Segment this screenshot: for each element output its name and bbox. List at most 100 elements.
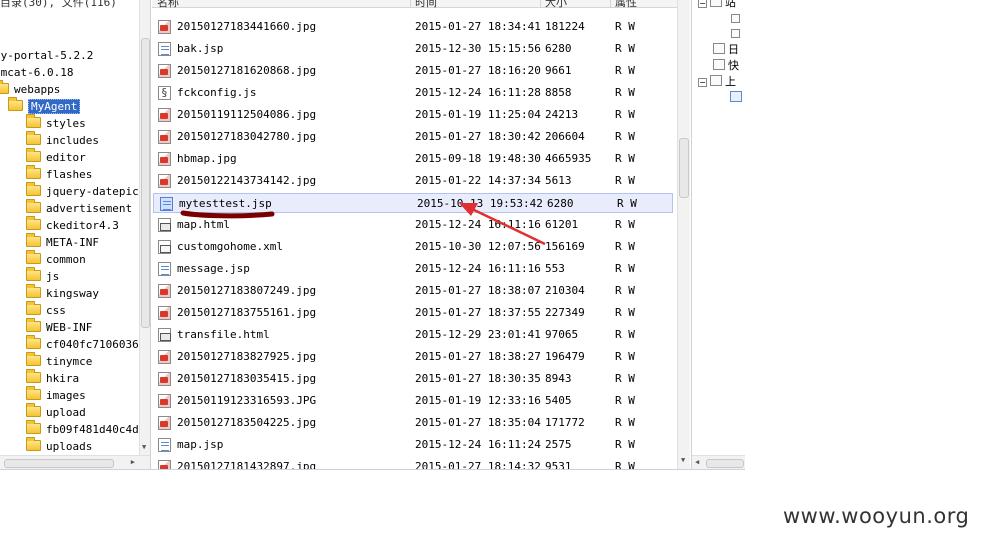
file-list-scroll-thumb[interactable]	[679, 138, 689, 198]
tree-item[interactable]: css	[26, 301, 66, 319]
file-row[interactable]: 20150127183755161.jpg 2015-01-27 18:37:55…	[152, 303, 672, 323]
right-tree-item[interactable]: 快	[713, 58, 739, 74]
right-pane-scroll-thumb[interactable]	[706, 459, 744, 468]
file-manager-window: 目录(30), 文件(116) ay-portal-5.2.2 omcat-6.0…	[0, 0, 745, 470]
tree-item[interactable]: META-INF	[26, 233, 99, 251]
file-name: map.jsp	[177, 438, 224, 451]
tree-scroll-thumb[interactable]	[141, 38, 150, 328]
file-name: customgohome.xml	[177, 240, 283, 253]
tree-item-label: WEB-INF	[46, 321, 93, 334]
tree-item[interactable]: hkira	[26, 369, 79, 387]
file-row[interactable]: 20150122143734142.jpg 2015-01-22 14:37:34…	[152, 171, 672, 191]
tree-item[interactable]: ckeditor4.3	[26, 216, 119, 234]
file-list-pane: 名称 时间 大小 属性 20150127183441660.jpg 2015-01…	[152, 0, 690, 469]
right-tree-item[interactable]: 日	[713, 42, 739, 58]
file-row[interactable]: 20150127183042780.jpg 2015-01-27 18:30:42…	[152, 127, 672, 147]
file-attributes: R W	[615, 262, 635, 275]
file-row[interactable]: 20150127181432897.jpg 2015-01-27 18:14:32…	[152, 457, 672, 469]
file-row[interactable]: 20150119123316593.JPG 2015-01-19 12:33:16…	[152, 391, 672, 411]
right-tree-item[interactable]	[730, 90, 745, 106]
tree-item[interactable]: tinymce	[26, 352, 92, 370]
tree-hscroll-thumb[interactable]	[4, 459, 114, 468]
column-header-attr[interactable]: 属性	[615, 0, 637, 10]
right-tree-item[interactable]: − 站	[698, 0, 736, 11]
file-row[interactable]: map.html 2015-12-24 16:11:16 61201 R W	[152, 215, 672, 235]
tree-item[interactable]: WEB-INF	[26, 318, 93, 336]
folder-icon	[26, 284, 41, 298]
tree-item[interactable]: kingsway	[26, 284, 99, 302]
tree-vertical-scrollbar[interactable]: ▼	[139, 0, 150, 455]
column-separator[interactable]	[410, 0, 411, 7]
file-date: 2015-01-19 11:25:04	[415, 108, 541, 121]
tree-item[interactable]: ay-portal-5.2.2	[0, 47, 93, 64]
column-header-size[interactable]: 大小	[545, 0, 567, 10]
column-header-name[interactable]: 名称	[157, 0, 179, 10]
right-pane-horizontal-scrollbar[interactable]: ◀	[692, 455, 745, 469]
collapse-toggle-icon[interactable]: −	[698, 78, 707, 87]
collapse-toggle-icon[interactable]: −	[698, 0, 707, 8]
tree-item[interactable]: advertisement	[26, 199, 132, 217]
scroll-right-arrow-icon[interactable]: ▶	[131, 458, 135, 466]
jsp-file-icon	[730, 91, 742, 102]
folder-icon	[26, 301, 41, 315]
file-row[interactable]: fckconfig.js 2015-12-24 16:11:28 8858 R W	[152, 83, 672, 103]
file-row[interactable]: map.jsp 2015-12-24 16:11:24 2575 R W	[152, 435, 672, 455]
tree-item[interactable]: uploads	[26, 437, 92, 455]
file-attributes: R W	[615, 130, 635, 143]
jsp-file-icon	[158, 42, 171, 56]
file-name: 20150127183807249.jpg	[177, 284, 317, 297]
right-site-tree-pane: − 站日快 − 上 ◀	[691, 0, 745, 469]
tree-item[interactable]: js	[26, 267, 59, 285]
file-row[interactable]: 20150127183807249.jpg 2015-01-27 18:38:07…	[152, 281, 672, 301]
file-row[interactable]: 20150119112504086.jpg 2015-01-19 11:25:04…	[152, 105, 672, 125]
file-size: 97065	[545, 328, 579, 341]
file-size: 9661	[545, 64, 572, 77]
right-tree-item[interactable]	[731, 26, 743, 42]
scroll-down-arrow-icon[interactable]: ▼	[142, 443, 146, 451]
file-row[interactable]: 20150127183035415.jpg 2015-01-27 18:30:35…	[152, 369, 672, 389]
file-row[interactable]: mytesttest.jsp 2015-10-13 19:53:42 6280 R W	[153, 193, 673, 213]
file-row[interactable]: bak.jsp 2015-12-30 15:15:56 6280 R W	[152, 39, 672, 59]
scroll-left-arrow-icon[interactable]: ◀	[695, 458, 699, 466]
file-list-vertical-scrollbar[interactable]: ▼	[677, 0, 690, 469]
file-row[interactable]: 20150127183504225.jpg 2015-01-27 18:35:04…	[152, 413, 672, 433]
tree-item-label: webapps	[14, 83, 61, 96]
file-row[interactable]: 20150127183441660.jpg 2015-01-27 18:34:41…	[152, 17, 672, 37]
tree-item-label: jquery-datepick	[46, 185, 146, 198]
file-size: 4665935	[545, 152, 592, 165]
tree-item[interactable]: omcat-6.0.18	[0, 64, 73, 81]
tree-item[interactable]: webapps	[0, 80, 61, 98]
tree-item[interactable]: fb09f481d40c4d3	[26, 420, 145, 438]
tree-item[interactable]: editor	[26, 148, 86, 166]
column-separator[interactable]	[540, 0, 541, 7]
file-attributes: R W	[615, 372, 635, 385]
tree-item[interactable]: includes	[26, 131, 99, 149]
tree-item[interactable]: upload	[26, 403, 86, 421]
tree-item-label: editor	[46, 151, 86, 164]
file-row[interactable]: transfile.html 2015-12-29 23:01:41 97065 R …	[152, 325, 672, 345]
tree-item[interactable]: images	[26, 386, 86, 404]
file-row[interactable]: 20150127183827925.jpg 2015-01-27 18:38:27…	[152, 347, 672, 367]
file-attributes: R W	[615, 86, 635, 99]
file-row[interactable]: hbmap.jpg 2015-09-18 19:48:30 4665935 R W	[152, 149, 672, 169]
column-header-date[interactable]: 时间	[415, 0, 437, 10]
column-separator[interactable]	[610, 0, 611, 7]
file-date: 2015-09-18 19:48:30	[415, 152, 541, 165]
file-attributes: R W	[615, 328, 635, 341]
file-row[interactable]: customgohome.xml 2015-10-30 12:07:56 15616…	[152, 237, 672, 257]
tree-item-label: omcat-6.0.18	[0, 66, 74, 79]
right-tree-item[interactable]: − 上	[698, 74, 736, 90]
scroll-down-arrow-icon[interactable]: ▼	[681, 456, 685, 464]
file-name: 20150127183827925.jpg	[177, 350, 317, 363]
file-row[interactable]: 20150127181620868.jpg 2015-01-27 18:16:20…	[152, 61, 672, 81]
tree-horizontal-scrollbar[interactable]: ▶	[0, 455, 150, 469]
tree-item[interactable]: MyAgent	[8, 97, 81, 115]
right-tree-item[interactable]	[731, 11, 743, 27]
tree-item[interactable]: flashes	[26, 165, 92, 183]
file-name: 20150127183504225.jpg	[177, 416, 317, 429]
tree-item[interactable]: styles	[26, 114, 86, 132]
tree-item[interactable]: common	[26, 250, 86, 268]
tree-item[interactable]: jquery-datepick	[26, 182, 146, 200]
tree-item[interactable]: cf040fc71060367	[26, 335, 145, 353]
file-row[interactable]: message.jsp 2015-12-24 16:11:16 553 R W	[152, 259, 672, 279]
